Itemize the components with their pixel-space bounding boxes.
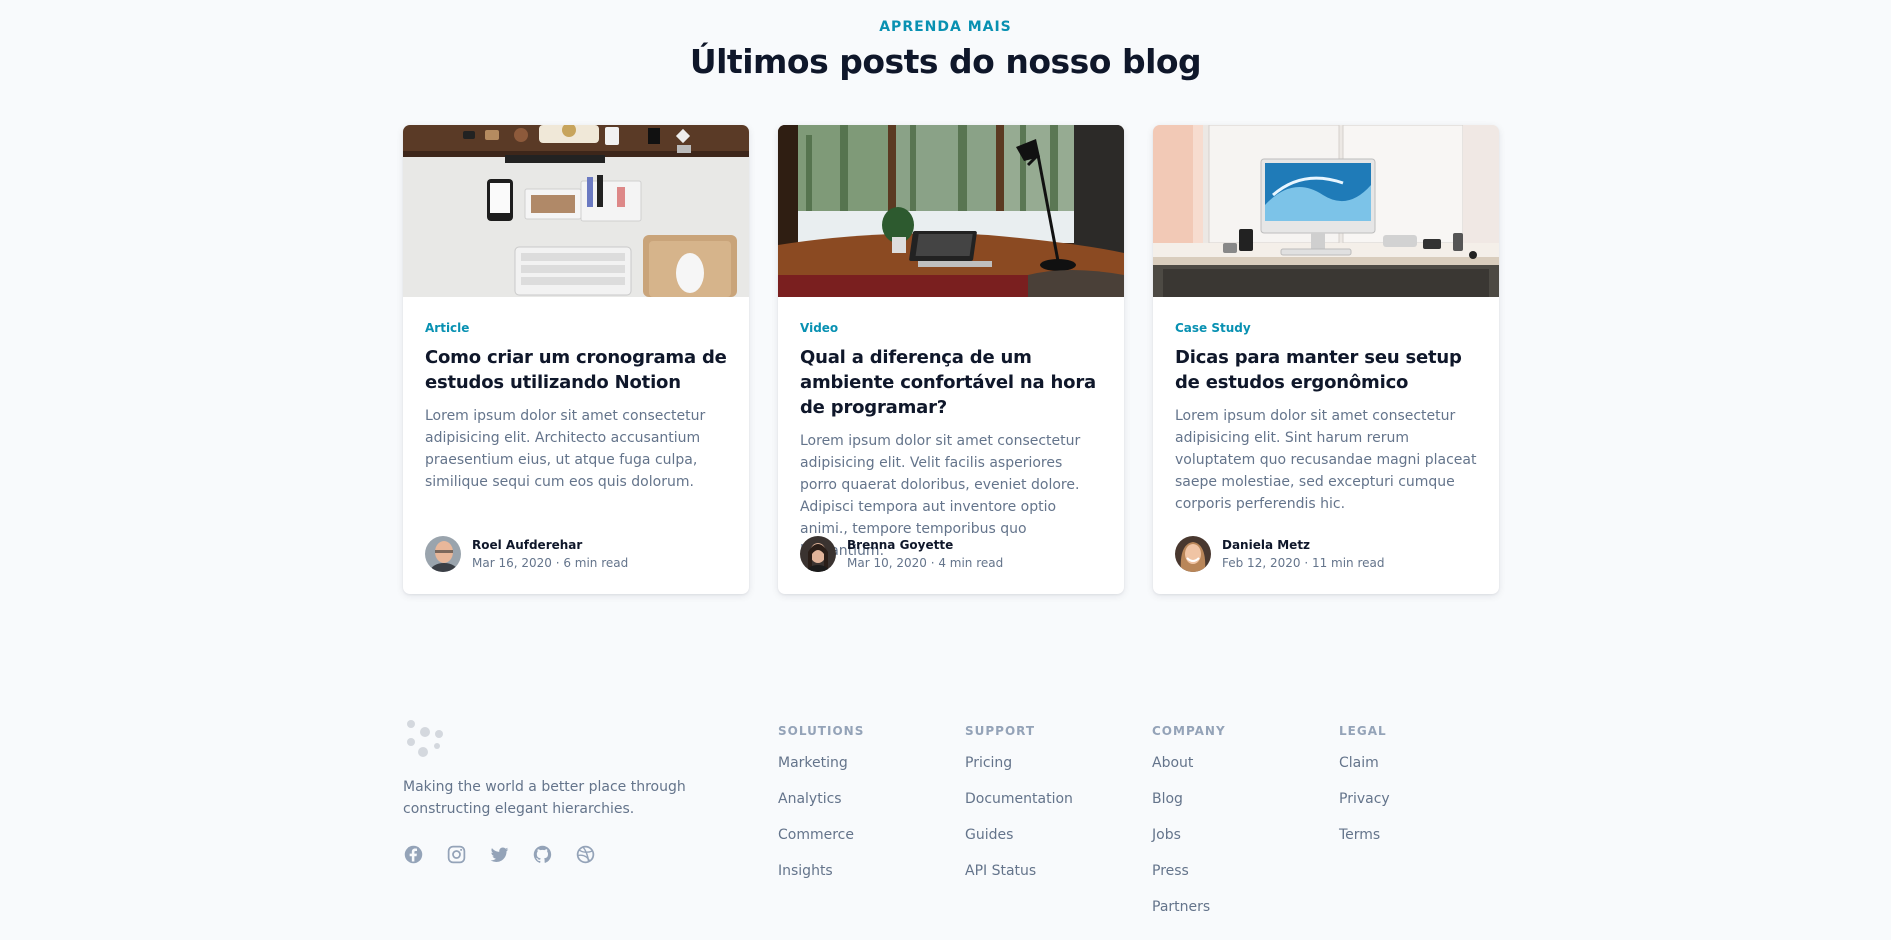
footer-column-solutions: Solutions Marketing Analytics Commerce I… bbox=[778, 724, 864, 880]
author-avatar[interactable] bbox=[800, 536, 836, 572]
author-avatar[interactable] bbox=[1175, 536, 1211, 572]
blog-section-header: APRENDA MAIS Últimos posts do nosso blog bbox=[0, 0, 1891, 81]
footer-link-about[interactable]: About bbox=[1152, 754, 1226, 772]
blog-post-card[interactable]: Video Qual a diferença de um ambiente co… bbox=[778, 125, 1124, 594]
post-meta: Mar 10, 2020 · 4 min read bbox=[847, 556, 1004, 570]
footer-link-privacy[interactable]: Privacy bbox=[1339, 790, 1390, 808]
footer-column-title: Company bbox=[1152, 724, 1226, 738]
post-category[interactable]: Case Study bbox=[1175, 321, 1477, 335]
footer-link-claim[interactable]: Claim bbox=[1339, 754, 1390, 772]
dribbble-icon[interactable] bbox=[575, 844, 596, 865]
post-cover-image-window-laptop[interactable] bbox=[778, 125, 1124, 297]
instagram-icon[interactable] bbox=[446, 844, 467, 865]
company-logo-icon[interactable] bbox=[403, 720, 445, 758]
footer-column-title: Support bbox=[965, 724, 1036, 738]
footer-link-blog[interactable]: Blog bbox=[1152, 790, 1226, 808]
post-excerpt: Lorem ipsum dolor sit amet consectetur a… bbox=[425, 408, 706, 490]
author-name[interactable]: Brenna Goyette bbox=[847, 538, 1003, 552]
post-cover-image-desk-keyboard[interactable] bbox=[403, 125, 749, 297]
footer-link-press[interactable]: Press bbox=[1152, 862, 1226, 880]
footer-column-company: Company About Blog Jobs Press Partners bbox=[1152, 724, 1226, 916]
footer-link-pricing[interactable]: Pricing bbox=[965, 754, 1073, 772]
blog-section-title: Últimos posts do nosso blog bbox=[689, 42, 1202, 81]
post-category[interactable]: Article bbox=[425, 321, 727, 335]
post-title[interactable]: Dicas para manter seu setup de estudos e… bbox=[1175, 345, 1477, 395]
post-meta: Feb 12, 2020 · 11 min read bbox=[1222, 556, 1385, 570]
footer-link-analytics[interactable]: Analytics bbox=[778, 790, 864, 808]
footer-link-jobs[interactable]: Jobs bbox=[1152, 826, 1226, 844]
post-author: Roel Aufderehar Mar 16, 2020 · 6 min rea… bbox=[425, 536, 628, 572]
twitter-icon[interactable] bbox=[489, 844, 510, 865]
facebook-icon[interactable] bbox=[403, 844, 424, 865]
post-excerpt: Lorem ipsum dolor sit amet consectetur a… bbox=[1175, 408, 1477, 512]
post-author: Daniela Metz Feb 12, 2020 · 11 min read bbox=[1175, 536, 1385, 572]
post-title[interactable]: Qual a diferença de um ambiente confortá… bbox=[800, 345, 1102, 420]
author-name[interactable]: Daniela Metz bbox=[1222, 538, 1385, 552]
footer-column-legal: Legal Claim Privacy Terms bbox=[1339, 724, 1390, 844]
footer-column-title: Solutions bbox=[778, 724, 865, 738]
footer-link-insights[interactable]: Insights bbox=[778, 862, 864, 880]
footer-link-guides[interactable]: Guides bbox=[965, 826, 1073, 844]
footer-link-commerce[interactable]: Commerce bbox=[778, 826, 864, 844]
footer-tagline: Making the world a better place through … bbox=[403, 779, 686, 817]
github-icon[interactable] bbox=[532, 844, 553, 865]
post-author: Brenna Goyette Mar 10, 2020 · 4 min read bbox=[800, 536, 1003, 572]
post-title[interactable]: Como criar um cronograma de estudos util… bbox=[425, 345, 727, 395]
footer-link-partners[interactable]: Partners bbox=[1152, 898, 1226, 916]
blog-post-card[interactable]: Case Study Dicas para manter seu setup d… bbox=[1153, 125, 1499, 594]
footer-link-api-status[interactable]: API Status bbox=[965, 862, 1073, 880]
blog-post-list: Article Como criar um cronograma de estu… bbox=[403, 125, 1499, 594]
post-category[interactable]: Video bbox=[800, 321, 1102, 335]
footer-column-support: Support Pricing Documentation Guides API… bbox=[965, 724, 1073, 880]
blog-post-card[interactable]: Article Como criar um cronograma de estu… bbox=[403, 125, 749, 594]
social-links bbox=[403, 844, 703, 865]
footer-link-terms[interactable]: Terms bbox=[1339, 826, 1390, 844]
author-avatar[interactable] bbox=[425, 536, 461, 572]
footer-column-title: Legal bbox=[1339, 724, 1387, 738]
post-cover-image-desk-monitor[interactable] bbox=[1153, 125, 1499, 297]
blog-eyebrow: APRENDA MAIS bbox=[879, 19, 1012, 35]
post-meta: Mar 16, 2020 · 6 min read bbox=[472, 556, 629, 570]
author-name[interactable]: Roel Aufderehar bbox=[472, 538, 628, 552]
footer-link-marketing[interactable]: Marketing bbox=[778, 754, 864, 772]
footer-link-documentation[interactable]: Documentation bbox=[965, 790, 1073, 808]
footer-brand: Making the world a better place through … bbox=[403, 720, 703, 865]
